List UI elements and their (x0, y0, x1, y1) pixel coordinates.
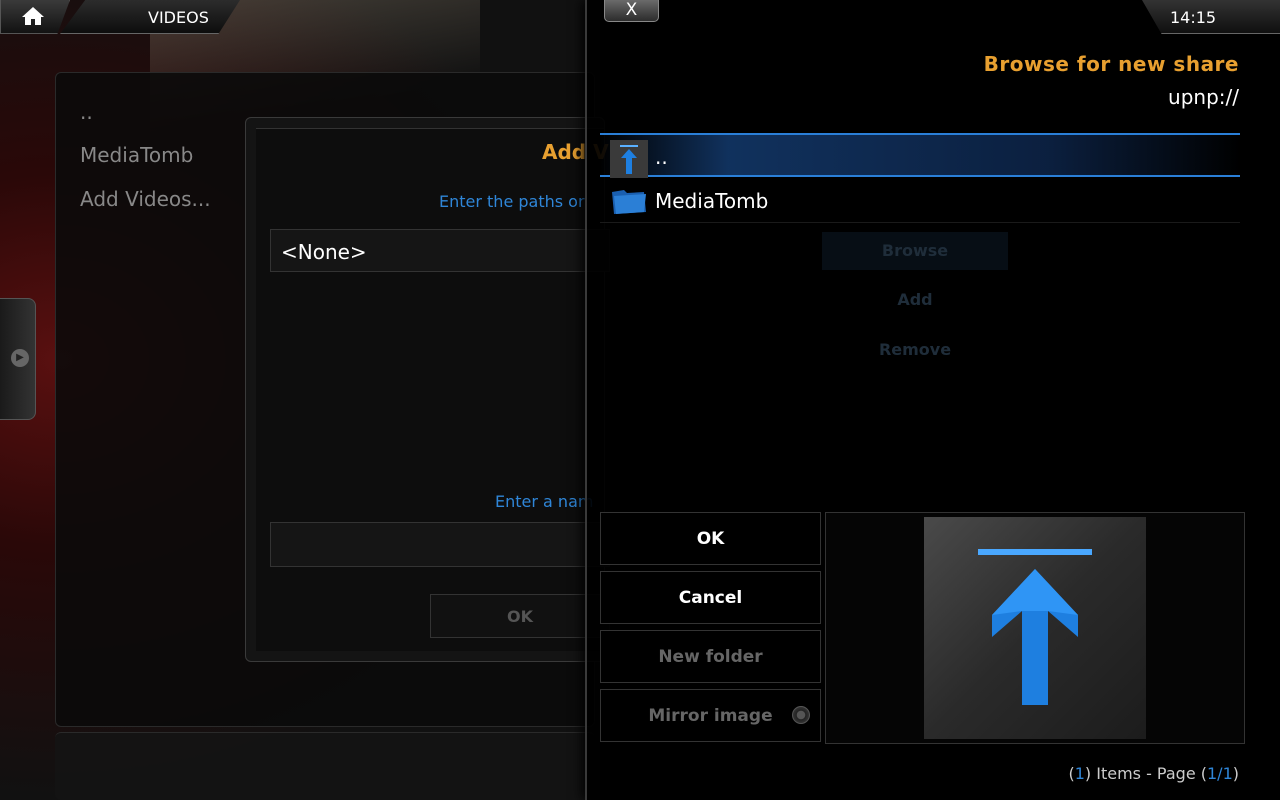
page-number: 1/1 (1207, 764, 1233, 783)
browse-button-behind: Browse (822, 232, 1008, 270)
home-icon (22, 7, 44, 25)
new-folder-button[interactable]: New folder (600, 630, 821, 683)
mirror-image-button[interactable]: Mirror image (600, 689, 821, 742)
remove-button-behind: Remove (878, 340, 952, 359)
current-path: upnp:// (1168, 85, 1239, 109)
mirror-image-radio[interactable] (792, 706, 810, 724)
list-item-label: .. (655, 145, 668, 169)
list-item-parent[interactable]: .. (80, 100, 93, 124)
name-hint: Enter a nam (495, 492, 594, 511)
list-item-mediatomb-share[interactable]: MediaTomb (600, 179, 1240, 223)
paths-value: <None> (281, 240, 367, 264)
ok-button[interactable]: OK (600, 512, 821, 565)
list-item-add-videos[interactable]: Add Videos... (80, 187, 211, 211)
bottom-info-strip (55, 732, 595, 800)
items-page-text: Items - Page (1091, 764, 1201, 783)
top-bar (0, 0, 590, 34)
paths-field[interactable]: <None> (270, 229, 610, 272)
chevron-right-icon: ▶ (11, 349, 29, 367)
browse-dialog-heading: Browse for new share (983, 52, 1239, 76)
list-item-mediatomb[interactable]: MediaTomb (80, 143, 193, 167)
list-item-label: MediaTomb (655, 189, 769, 213)
folder-up-icon (610, 140, 648, 178)
cancel-button[interactable]: Cancel (600, 571, 821, 624)
folder-icon (610, 184, 648, 218)
section-title: VIDEOS (148, 8, 209, 27)
item-count: 1 (1074, 764, 1085, 783)
mirror-image-label: Mirror image (648, 706, 773, 726)
close-button[interactable]: X (604, 0, 659, 22)
source-name-field[interactable] (270, 522, 610, 567)
list-item-parent-folder[interactable]: .. (600, 133, 1240, 178)
paths-hint: Enter the paths or (439, 192, 585, 211)
page-status: (1) Items - Page (1/1) (1068, 764, 1239, 783)
side-menu-handle[interactable]: ▶ (0, 298, 36, 420)
home-button[interactable] (0, 0, 70, 34)
add-source-ok-button[interactable]: OK (430, 594, 610, 638)
folder-up-preview-icon (924, 517, 1146, 739)
add-button-behind: Add (897, 290, 933, 309)
clock: 14:15 (1170, 8, 1217, 27)
